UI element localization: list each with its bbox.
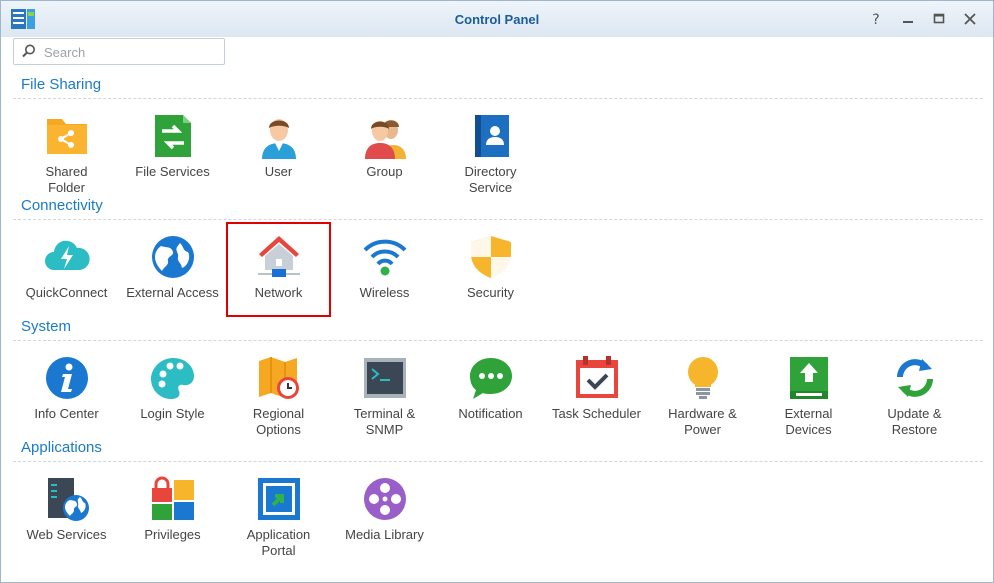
control-panel-item-hardware-power[interactable]: Hardware & Power: [650, 343, 755, 438]
item-label: Notification: [458, 406, 523, 421]
control-panel-item-user[interactable]: User: [226, 101, 331, 196]
search-icon: [22, 44, 35, 58]
file-services-icon: [150, 113, 196, 159]
hardware-power-icon: [680, 355, 726, 401]
control-panel-window: Control Panel ? File Sharing Shared Folde…: [0, 0, 994, 583]
item-label: Privileges: [144, 527, 201, 542]
group-icon: [362, 113, 408, 159]
control-panel-item-terminal-snmp[interactable]: Terminal & SNMP: [332, 343, 437, 438]
control-panel-item-media-library[interactable]: Media Library: [332, 464, 437, 559]
regional-options-icon: [256, 355, 302, 401]
item-label: Application Portal: [246, 527, 311, 558]
directory-service-icon: [468, 113, 514, 159]
item-label: Update & Restore: [887, 406, 942, 437]
item-label: Task Scheduler: [552, 406, 641, 421]
info-center-icon: [44, 355, 90, 401]
item-label: File Services: [135, 164, 210, 179]
item-label: Shared Folder: [45, 164, 88, 195]
control-panel-item-network[interactable]: Network: [226, 222, 331, 317]
help-icon[interactable]: ?: [867, 10, 885, 28]
item-label: Group: [366, 164, 403, 179]
item-label: Network: [254, 285, 303, 300]
item-label: QuickConnect: [25, 285, 108, 300]
svg-text:?: ?: [872, 12, 879, 28]
item-label: Directory Service: [464, 164, 517, 195]
shared-folder-icon: [44, 113, 90, 159]
user-icon: [256, 113, 302, 159]
section-divider: [13, 340, 983, 341]
control-panel-item-directory-service[interactable]: Directory Service: [438, 101, 543, 196]
update-restore-icon: [892, 355, 938, 401]
control-panel-item-group[interactable]: Group: [332, 101, 437, 196]
section-divider: [13, 219, 983, 220]
control-panel-item-external-devices[interactable]: External Devices: [756, 343, 861, 438]
control-panel-item-security[interactable]: Security: [438, 222, 543, 317]
control-panel-item-notification[interactable]: Notification: [438, 343, 543, 438]
item-label: Login Style: [140, 406, 205, 421]
item-label: Regional Options: [252, 406, 305, 437]
control-panel-item-application-portal[interactable]: Application Portal: [226, 464, 331, 559]
control-panel-item-regional-options[interactable]: Regional Options: [226, 343, 331, 438]
control-panel-item-info-center[interactable]: Info Center: [14, 343, 119, 438]
web-services-icon: [44, 476, 90, 522]
control-panel-item-quickconnect[interactable]: QuickConnect: [14, 222, 119, 317]
section-divider: [13, 98, 983, 99]
item-label: Terminal & SNMP: [353, 406, 416, 437]
control-panel-item-task-scheduler[interactable]: Task Scheduler: [544, 343, 649, 438]
wireless-icon: [362, 234, 408, 280]
section-title: System: [21, 318, 72, 335]
control-panel-item-web-services[interactable]: Web Services: [14, 464, 119, 559]
title-bar[interactable]: Control Panel ?: [1, 1, 993, 37]
network-icon: [256, 234, 302, 280]
section-divider: [13, 461, 983, 462]
external-access-icon: [150, 234, 196, 280]
section-title: Applications: [21, 439, 102, 456]
section-title: File Sharing: [21, 76, 102, 93]
external-devices-icon: [786, 355, 832, 401]
close-icon[interactable]: [961, 10, 979, 28]
item-label: External Access: [126, 285, 219, 300]
item-label: Info Center: [34, 406, 99, 421]
control-panel-item-update-restore[interactable]: Update & Restore: [862, 343, 967, 438]
minimize-icon[interactable]: [899, 10, 917, 28]
login-style-icon: [150, 355, 196, 401]
task-scheduler-icon: [574, 355, 620, 401]
item-label: Hardware & Power: [668, 406, 737, 437]
item-label: Media Library: [345, 527, 424, 542]
search-box[interactable]: [13, 38, 225, 65]
window-title: Control Panel: [454, 12, 540, 27]
item-label: Security: [467, 285, 514, 300]
privileges-icon: [150, 476, 196, 522]
terminal-snmp-icon: [362, 355, 408, 401]
maximize-icon[interactable]: [930, 10, 948, 28]
media-library-icon: [362, 476, 408, 522]
control-panel-item-file-services[interactable]: File Services: [120, 101, 225, 196]
control-panel-item-external-access[interactable]: External Access: [120, 222, 225, 317]
security-icon: [468, 234, 514, 280]
quickconnect-icon: [44, 234, 90, 280]
item-label: External Devices: [784, 406, 833, 437]
control-panel-item-login-style[interactable]: Login Style: [120, 343, 225, 438]
section-title: Connectivity: [21, 197, 103, 214]
item-label: Wireless: [359, 285, 410, 300]
item-label: User: [264, 164, 293, 179]
item-label: Web Services: [26, 527, 107, 542]
search-input[interactable]: [42, 42, 221, 62]
notification-icon: [468, 355, 514, 401]
control-panel-item-shared-folder[interactable]: Shared Folder: [14, 101, 119, 196]
application-portal-icon: [256, 476, 302, 522]
control-panel-item-wireless[interactable]: Wireless: [332, 222, 437, 317]
control-panel-item-privileges[interactable]: Privileges: [120, 464, 225, 559]
